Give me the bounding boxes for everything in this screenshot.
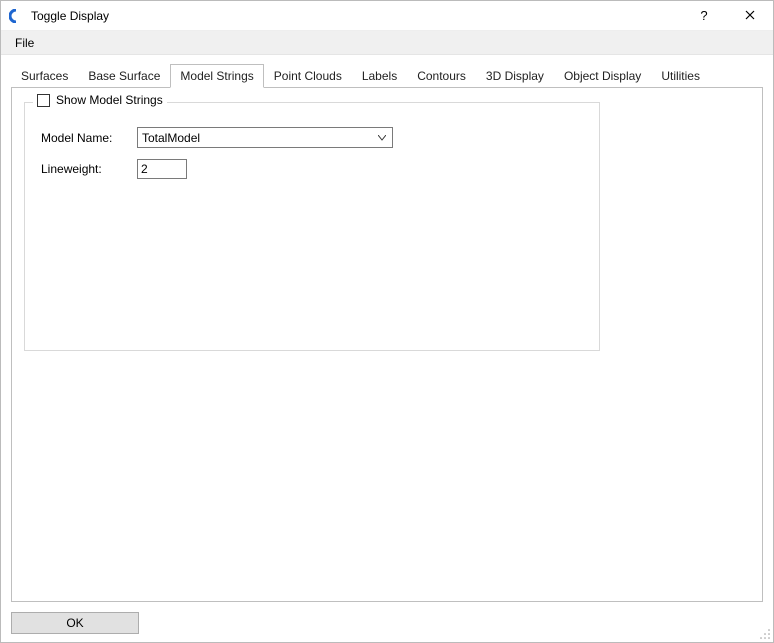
lineweight-value: 2 bbox=[141, 162, 148, 176]
tab-contours[interactable]: Contours bbox=[407, 64, 476, 87]
resize-grip[interactable] bbox=[759, 628, 771, 640]
fieldset-legend: Show Model Strings bbox=[33, 93, 167, 107]
tab-model-strings[interactable]: Model Strings bbox=[170, 64, 263, 88]
model-name-row: Model Name: TotalModel bbox=[41, 127, 393, 148]
tab-label: Point Clouds bbox=[274, 69, 342, 83]
menubar: File bbox=[1, 31, 773, 55]
help-button[interactable]: ? bbox=[681, 1, 727, 31]
show-model-strings-label: Show Model Strings bbox=[56, 93, 163, 107]
ok-button[interactable]: OK bbox=[11, 612, 139, 634]
fieldset-show-model-strings: Show Model Strings Model Name: TotalMode… bbox=[24, 102, 600, 351]
tab-utilities[interactable]: Utilities bbox=[651, 64, 710, 87]
app-icon bbox=[9, 9, 23, 23]
tab-base-surface[interactable]: Base Surface bbox=[78, 64, 170, 87]
chevron-down-icon bbox=[378, 135, 386, 141]
lineweight-label: Lineweight: bbox=[41, 162, 137, 176]
window-title: Toggle Display bbox=[31, 9, 109, 23]
tabstrip: Surfaces Base Surface Model Strings Poin… bbox=[11, 63, 763, 87]
tab-object-display[interactable]: Object Display bbox=[554, 64, 651, 87]
titlebar: Toggle Display ? bbox=[1, 1, 773, 31]
tab-label: Surfaces bbox=[21, 69, 68, 83]
lineweight-input[interactable]: 2 bbox=[137, 159, 187, 179]
tab-labels[interactable]: Labels bbox=[352, 64, 407, 87]
model-name-select[interactable]: TotalModel bbox=[137, 127, 393, 148]
content-area: Surfaces Base Surface Model Strings Poin… bbox=[11, 63, 763, 602]
tab-label: Base Surface bbox=[88, 69, 160, 83]
model-name-label: Model Name: bbox=[41, 131, 137, 145]
model-name-value: TotalModel bbox=[142, 131, 200, 145]
show-model-strings-checkbox[interactable] bbox=[37, 94, 50, 107]
tab-panel-model-strings: Show Model Strings Model Name: TotalMode… bbox=[11, 87, 763, 602]
tab-label: Utilities bbox=[661, 69, 700, 83]
tab-surfaces[interactable]: Surfaces bbox=[11, 64, 78, 87]
tab-label: Object Display bbox=[564, 69, 641, 83]
close-button[interactable] bbox=[727, 1, 773, 31]
help-icon: ? bbox=[700, 8, 707, 23]
ok-button-label: OK bbox=[66, 616, 83, 630]
tab-label: Model Strings bbox=[180, 69, 253, 83]
tab-label: Labels bbox=[362, 69, 397, 83]
button-bar: OK bbox=[11, 612, 139, 634]
tab-label: Contours bbox=[417, 69, 466, 83]
tab-label: 3D Display bbox=[486, 69, 544, 83]
tab-3d-display[interactable]: 3D Display bbox=[476, 64, 554, 87]
tab-point-clouds[interactable]: Point Clouds bbox=[264, 64, 352, 87]
close-icon bbox=[745, 8, 755, 23]
menu-file[interactable]: File bbox=[7, 33, 42, 53]
lineweight-row: Lineweight: 2 bbox=[41, 159, 187, 179]
